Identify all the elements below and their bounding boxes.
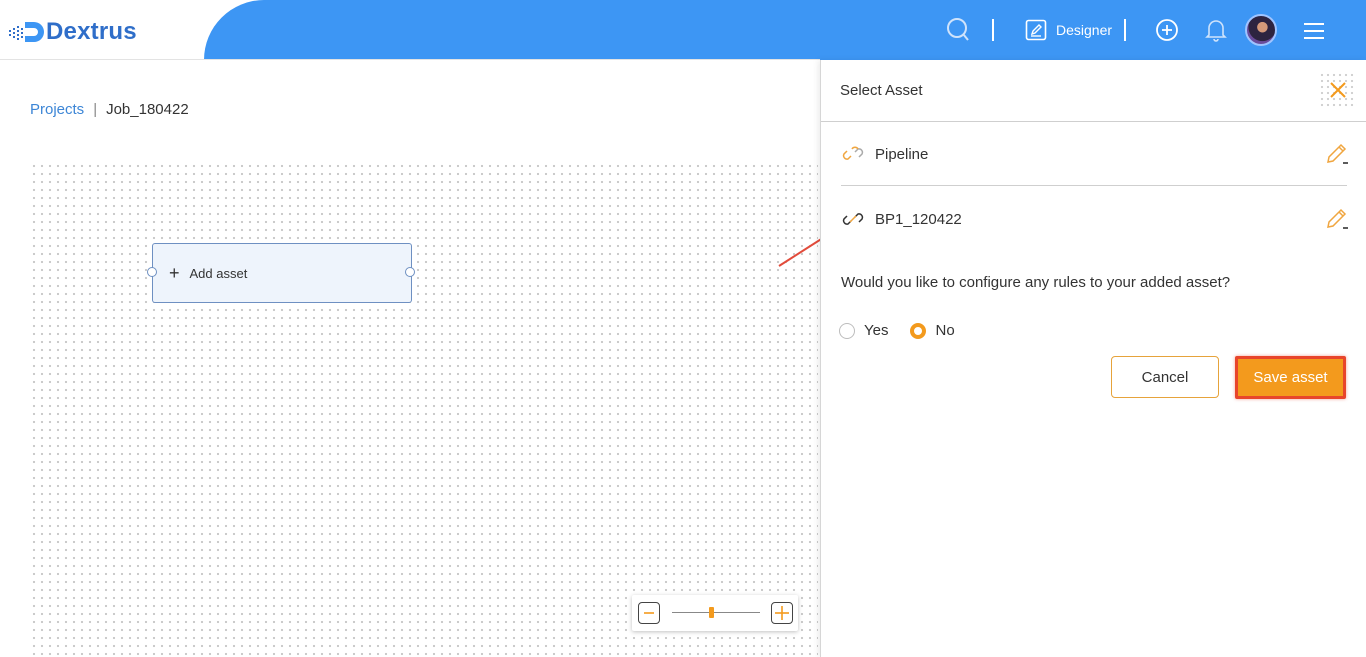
- asset-name: BP1_120422: [875, 210, 962, 228]
- radio-no-label[interactable]: No: [935, 322, 954, 339]
- add-circle-icon[interactable]: [1155, 18, 1179, 42]
- designer-label: Designer: [1056, 22, 1113, 38]
- edit-pencil-icon[interactable]: [1325, 142, 1349, 166]
- rules-question: Would you like to configure any rules to…: [841, 274, 1231, 291]
- avatar[interactable]: [1245, 14, 1277, 46]
- minus-icon: [644, 612, 654, 614]
- add-asset-node[interactable]: + Add asset: [152, 243, 412, 303]
- radio-yes-label[interactable]: Yes: [864, 322, 888, 339]
- breadcrumb: Projects | Job_180422: [30, 101, 189, 118]
- breadcrumb-separator: |: [93, 101, 98, 118]
- close-icon: [1330, 82, 1346, 98]
- brand-logo[interactable]: Dextrus: [8, 18, 137, 46]
- edit-icon: [1025, 19, 1047, 41]
- bell-icon[interactable]: [1205, 18, 1227, 42]
- breadcrumb-projects-link[interactable]: Projects: [30, 101, 84, 118]
- zoom-out-button[interactable]: [638, 602, 660, 624]
- panel-title: Select Asset: [840, 82, 923, 99]
- designer-canvas[interactable]: [30, 162, 818, 657]
- asset-item-pipeline[interactable]: Pipeline: [841, 134, 1349, 174]
- asset-name: Pipeline: [875, 145, 929, 163]
- brand-name: Dextrus: [46, 18, 137, 45]
- header-separator: [992, 19, 994, 41]
- search-icon[interactable]: [946, 17, 970, 43]
- header-divider: [0, 59, 820, 60]
- menu-icon[interactable]: [1303, 21, 1325, 39]
- rules-radio-group: Yes No: [839, 322, 977, 339]
- close-button[interactable]: [1319, 72, 1357, 108]
- breadcrumb-current: Job_180422: [106, 101, 189, 118]
- select-asset-panel: Select Asset Pipeline BP1_120422 Would y…: [820, 60, 1366, 657]
- add-asset-label: Add asset: [189, 265, 248, 281]
- link-icon: [842, 213, 864, 225]
- designer-mode-button[interactable]: Designer: [1025, 19, 1112, 41]
- edit-pencil-icon[interactable]: [1325, 207, 1349, 231]
- plus-icon: +: [169, 263, 180, 283]
- zoom-slider-track[interactable]: [672, 612, 760, 613]
- logo-mark-icon: [9, 22, 44, 42]
- zoom-in-button[interactable]: [771, 602, 793, 624]
- panel-divider: [821, 121, 1366, 122]
- link-icon: [842, 146, 864, 160]
- cancel-button[interactable]: Cancel: [1111, 356, 1219, 398]
- node-output-port[interactable]: [405, 267, 415, 277]
- top-header: Dextrus Designer: [0, 0, 1366, 60]
- radio-no[interactable]: [910, 322, 927, 339]
- header-separator: [1124, 19, 1126, 41]
- radio-yes[interactable]: [839, 322, 855, 339]
- zoom-slider-thumb[interactable]: [709, 607, 714, 618]
- zoom-control: [632, 595, 798, 631]
- plus-icon: [775, 606, 789, 620]
- asset-item-bp1[interactable]: BP1_120422: [841, 199, 1349, 239]
- node-input-port[interactable]: [147, 267, 157, 277]
- asset-list-divider: [841, 185, 1347, 186]
- save-asset-button[interactable]: Save asset: [1235, 356, 1346, 399]
- header-bar: [204, 0, 1366, 60]
